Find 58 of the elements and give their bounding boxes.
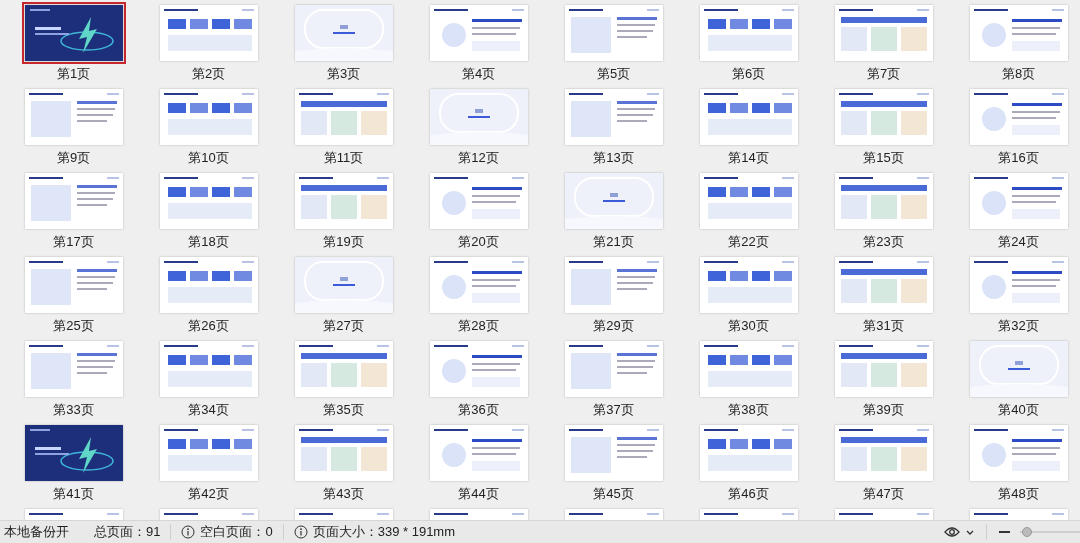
page-label: 第24页 [998,234,1039,249]
page-label: 第18页 [188,234,229,249]
page-label: 第40页 [998,402,1039,417]
page-label: 第38页 [728,402,769,417]
page-label: 第43页 [323,486,364,501]
page-label: 第21页 [593,234,634,249]
page-label: 第46页 [728,486,769,501]
page-label: 第44页 [458,486,499,501]
page-label: 第42页 [188,486,229,501]
page-label: 第41页 [53,486,94,501]
page-label: 第20页 [458,234,499,249]
page-label: 第32页 [998,318,1039,333]
page-label: 第1页 [56,66,91,81]
page-label: 第37页 [593,402,634,417]
page-label: 第6页 [731,66,766,81]
page-label: 第33页 [53,402,94,417]
page-label: 第26页 [188,318,229,333]
page-label: 第15页 [863,150,904,165]
page-label: 第5页 [596,66,631,81]
page-label: 第31页 [863,318,904,333]
page-label: 第23页 [863,234,904,249]
page-label: 第2页 [191,66,226,81]
page-label: 第25页 [53,318,94,333]
page-label: 第9页 [56,150,91,165]
page-label: 第48页 [998,486,1039,501]
page-label: 第11页 [323,150,364,165]
zoom-slider[interactable] [1020,527,1080,537]
info-icon [293,525,308,539]
page-label: 第13页 [593,150,634,165]
page-label: 第39页 [863,402,904,417]
page-label: 第35页 [323,402,364,417]
backup-status: 本地备份开 [4,523,69,541]
page-label: 第19页 [323,234,364,249]
page-label: 第47页 [863,486,904,501]
page-label: 第30页 [728,318,769,333]
page-label: 第36页 [458,402,499,417]
page-label: 第28页 [458,318,499,333]
page-label: 第17页 [53,234,94,249]
info-icon [181,525,196,539]
page-label: 第22页 [728,234,769,249]
page-label: 第4页 [461,66,496,81]
page-label: 第27页 [323,318,364,333]
blank-pages: 空白页面：0 [200,523,273,541]
slider-thumb[interactable] [1021,527,1032,537]
page-label: 第8页 [1001,66,1036,81]
page-label: 第45页 [593,486,634,501]
eye-icon[interactable] [944,526,960,538]
chevron-down-icon[interactable] [966,529,974,535]
page-label: 第10页 [188,150,229,165]
page-label: 第3页 [326,66,361,81]
total-pages: 总页面：91 [94,523,161,541]
page-label: 第16页 [998,150,1039,165]
page-label: 第14页 [728,150,769,165]
page-label: 第12页 [458,150,499,165]
page-label: 第34页 [188,402,229,417]
page-label: 第29页 [593,318,634,333]
page-size: 页面大小：339 * 191mm [312,523,456,541]
page-label: 第7页 [866,66,901,81]
